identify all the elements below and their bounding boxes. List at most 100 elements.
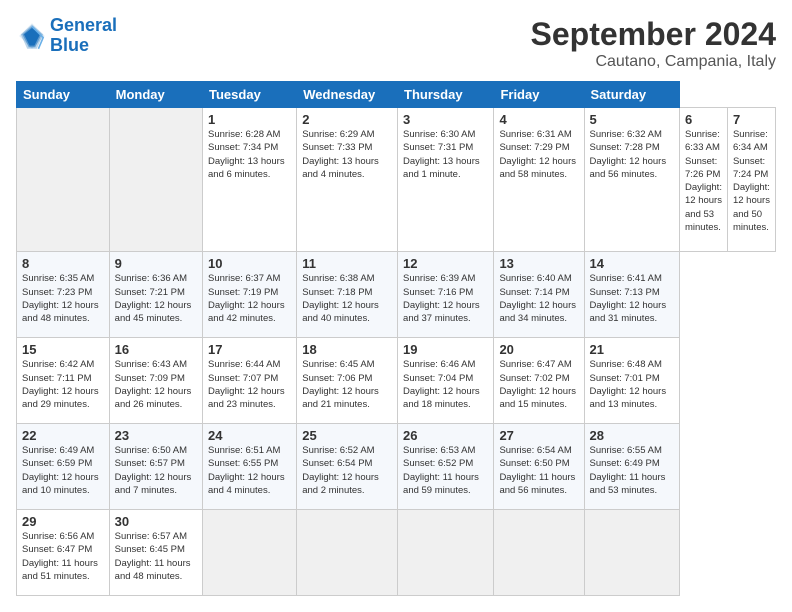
location-subtitle: Cautano, Campania, Italy: [531, 53, 776, 71]
day-info: Sunrise: 6:34 AMSunset: 7:24 PMDaylight:…: [733, 128, 770, 234]
day-number: 21: [590, 342, 674, 357]
day-header-saturday: Saturday: [584, 82, 679, 108]
day-number: 20: [499, 342, 578, 357]
calendar-cell: 11Sunrise: 6:38 AMSunset: 7:18 PMDayligh…: [297, 252, 398, 338]
day-headers-row: SundayMondayTuesdayWednesdayThursdayFrid…: [17, 82, 776, 108]
day-info: Sunrise: 6:45 AMSunset: 7:06 PMDaylight:…: [302, 358, 392, 411]
day-header-wednesday: Wednesday: [297, 82, 398, 108]
calendar-cell: [297, 510, 398, 596]
calendar-cell: 10Sunrise: 6:37 AMSunset: 7:19 PMDayligh…: [203, 252, 297, 338]
day-info: Sunrise: 6:47 AMSunset: 7:02 PMDaylight:…: [499, 358, 578, 411]
calendar-cell: 23Sunrise: 6:50 AMSunset: 6:57 PMDayligh…: [109, 424, 202, 510]
calendar-cell: 5Sunrise: 6:32 AMSunset: 7:28 PMDaylight…: [584, 108, 679, 252]
day-info: Sunrise: 6:56 AMSunset: 6:47 PMDaylight:…: [22, 530, 104, 583]
day-number: 22: [22, 428, 104, 443]
day-info: Sunrise: 6:57 AMSunset: 6:45 PMDaylight:…: [115, 530, 197, 583]
day-info: Sunrise: 6:49 AMSunset: 6:59 PMDaylight:…: [22, 444, 104, 497]
calendar-cell: 13Sunrise: 6:40 AMSunset: 7:14 PMDayligh…: [494, 252, 584, 338]
calendar-cell: 25Sunrise: 6:52 AMSunset: 6:54 PMDayligh…: [297, 424, 398, 510]
calendar-cell: 21Sunrise: 6:48 AMSunset: 7:01 PMDayligh…: [584, 338, 679, 424]
week-row-2: 8Sunrise: 6:35 AMSunset: 7:23 PMDaylight…: [17, 252, 776, 338]
day-info: Sunrise: 6:36 AMSunset: 7:21 PMDaylight:…: [115, 272, 197, 325]
calendar-cell: 6Sunrise: 6:33 AMSunset: 7:26 PMDaylight…: [680, 108, 728, 252]
day-info: Sunrise: 6:33 AMSunset: 7:26 PMDaylight:…: [685, 128, 722, 234]
day-info: Sunrise: 6:52 AMSunset: 6:54 PMDaylight:…: [302, 444, 392, 497]
day-info: Sunrise: 6:46 AMSunset: 7:04 PMDaylight:…: [403, 358, 488, 411]
week-row-3: 15Sunrise: 6:42 AMSunset: 7:11 PMDayligh…: [17, 338, 776, 424]
calendar-cell: 2Sunrise: 6:29 AMSunset: 7:33 PMDaylight…: [297, 108, 398, 252]
day-header-monday: Monday: [109, 82, 202, 108]
day-info: Sunrise: 6:32 AMSunset: 7:28 PMDaylight:…: [590, 128, 674, 181]
day-number: 4: [499, 112, 578, 127]
calendar-cell: 28Sunrise: 6:55 AMSunset: 6:49 PMDayligh…: [584, 424, 679, 510]
day-number: 17: [208, 342, 291, 357]
day-number: 2: [302, 112, 392, 127]
day-number: 6: [685, 112, 722, 127]
calendar-cell: 30Sunrise: 6:57 AMSunset: 6:45 PMDayligh…: [109, 510, 202, 596]
calendar-cell: 17Sunrise: 6:44 AMSunset: 7:07 PMDayligh…: [203, 338, 297, 424]
day-info: Sunrise: 6:41 AMSunset: 7:13 PMDaylight:…: [590, 272, 674, 325]
calendar-cell: 8Sunrise: 6:35 AMSunset: 7:23 PMDaylight…: [17, 252, 110, 338]
day-info: Sunrise: 6:31 AMSunset: 7:29 PMDaylight:…: [499, 128, 578, 181]
page: General Blue September 2024 Cautano, Cam…: [0, 0, 792, 612]
calendar-cell: [109, 108, 202, 252]
day-header-friday: Friday: [494, 82, 584, 108]
title-block: September 2024 Cautano, Campania, Italy: [531, 16, 776, 71]
day-info: Sunrise: 6:40 AMSunset: 7:14 PMDaylight:…: [499, 272, 578, 325]
week-row-4: 22Sunrise: 6:49 AMSunset: 6:59 PMDayligh…: [17, 424, 776, 510]
calendar-cell: 19Sunrise: 6:46 AMSunset: 7:04 PMDayligh…: [398, 338, 494, 424]
day-number: 10: [208, 256, 291, 271]
calendar-cell: 4Sunrise: 6:31 AMSunset: 7:29 PMDaylight…: [494, 108, 584, 252]
day-info: Sunrise: 6:53 AMSunset: 6:52 PMDaylight:…: [403, 444, 488, 497]
day-number: 19: [403, 342, 488, 357]
calendar-cell: 7Sunrise: 6:34 AMSunset: 7:24 PMDaylight…: [727, 108, 775, 252]
day-info: Sunrise: 6:37 AMSunset: 7:19 PMDaylight:…: [208, 272, 291, 325]
day-info: Sunrise: 6:51 AMSunset: 6:55 PMDaylight:…: [208, 444, 291, 497]
calendar-cell: 9Sunrise: 6:36 AMSunset: 7:21 PMDaylight…: [109, 252, 202, 338]
day-info: Sunrise: 6:35 AMSunset: 7:23 PMDaylight:…: [22, 272, 104, 325]
week-row-5: 29Sunrise: 6:56 AMSunset: 6:47 PMDayligh…: [17, 510, 776, 596]
calendar-cell: 12Sunrise: 6:39 AMSunset: 7:16 PMDayligh…: [398, 252, 494, 338]
calendar-cell: 26Sunrise: 6:53 AMSunset: 6:52 PMDayligh…: [398, 424, 494, 510]
day-number: 23: [115, 428, 197, 443]
day-info: Sunrise: 6:48 AMSunset: 7:01 PMDaylight:…: [590, 358, 674, 411]
calendar-cell: 16Sunrise: 6:43 AMSunset: 7:09 PMDayligh…: [109, 338, 202, 424]
day-info: Sunrise: 6:43 AMSunset: 7:09 PMDaylight:…: [115, 358, 197, 411]
day-number: 27: [499, 428, 578, 443]
logo-text: General Blue: [50, 16, 117, 56]
day-header-tuesday: Tuesday: [203, 82, 297, 108]
calendar-cell: 15Sunrise: 6:42 AMSunset: 7:11 PMDayligh…: [17, 338, 110, 424]
calendar-cell: [203, 510, 297, 596]
day-number: 15: [22, 342, 104, 357]
calendar-cell: [584, 510, 679, 596]
day-number: 5: [590, 112, 674, 127]
day-number: 29: [22, 514, 104, 529]
day-number: 3: [403, 112, 488, 127]
day-number: 9: [115, 256, 197, 271]
day-info: Sunrise: 6:55 AMSunset: 6:49 PMDaylight:…: [590, 444, 674, 497]
week-row-1: 1Sunrise: 6:28 AMSunset: 7:34 PMDaylight…: [17, 108, 776, 252]
day-header-sunday: Sunday: [17, 82, 110, 108]
day-info: Sunrise: 6:42 AMSunset: 7:11 PMDaylight:…: [22, 358, 104, 411]
calendar-cell: [398, 510, 494, 596]
day-number: 11: [302, 256, 392, 271]
day-info: Sunrise: 6:38 AMSunset: 7:18 PMDaylight:…: [302, 272, 392, 325]
header: General Blue September 2024 Cautano, Cam…: [16, 16, 776, 71]
calendar-cell: 27Sunrise: 6:54 AMSunset: 6:50 PMDayligh…: [494, 424, 584, 510]
day-number: 25: [302, 428, 392, 443]
day-number: 24: [208, 428, 291, 443]
day-number: 7: [733, 112, 770, 127]
calendar-cell: [17, 108, 110, 252]
day-info: Sunrise: 6:30 AMSunset: 7:31 PMDaylight:…: [403, 128, 488, 181]
calendar-cell: 20Sunrise: 6:47 AMSunset: 7:02 PMDayligh…: [494, 338, 584, 424]
logo-blue: Blue: [50, 35, 89, 55]
day-number: 13: [499, 256, 578, 271]
day-info: Sunrise: 6:39 AMSunset: 7:16 PMDaylight:…: [403, 272, 488, 325]
logo-general: General: [50, 15, 117, 35]
day-header-thursday: Thursday: [398, 82, 494, 108]
day-number: 16: [115, 342, 197, 357]
day-info: Sunrise: 6:44 AMSunset: 7:07 PMDaylight:…: [208, 358, 291, 411]
day-info: Sunrise: 6:54 AMSunset: 6:50 PMDaylight:…: [499, 444, 578, 497]
logo-icon: [16, 20, 48, 52]
day-number: 14: [590, 256, 674, 271]
